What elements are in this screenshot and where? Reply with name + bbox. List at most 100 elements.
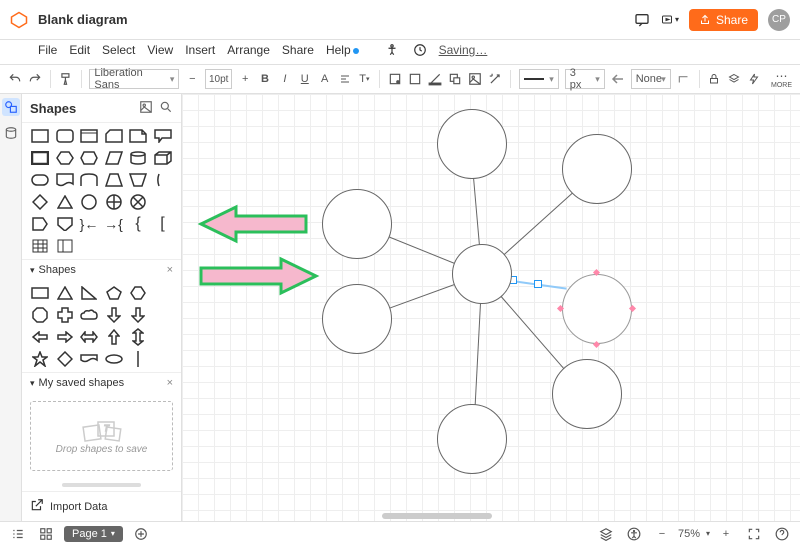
shape-note-icon[interactable]	[128, 127, 148, 145]
grid-view-icon[interactable]	[36, 524, 56, 544]
shape-brace-icon[interactable]: {	[128, 215, 148, 233]
shape-rect-icon[interactable]	[30, 127, 50, 145]
text-color-icon[interactable]: A	[318, 69, 332, 89]
sidebar-scrollbar[interactable]	[62, 483, 141, 487]
shape-blank2-icon[interactable]	[153, 284, 173, 302]
layers-panel-icon[interactable]	[596, 524, 616, 544]
shape-arrowlr-icon[interactable]	[79, 328, 99, 346]
shape-swimlane-icon[interactable]	[55, 237, 75, 255]
shape-hexagon2-icon[interactable]	[79, 149, 99, 167]
page-tab[interactable]: Page 1▾	[64, 526, 123, 542]
layers-icon[interactable]	[727, 69, 741, 89]
rail-shapes-icon[interactable]	[2, 98, 20, 116]
add-page-icon[interactable]	[131, 524, 151, 544]
font-size-increase-icon[interactable]: +	[238, 69, 252, 89]
shape-style-icon[interactable]	[448, 69, 462, 89]
shape-frame-icon[interactable]	[79, 127, 99, 145]
shape-arrowud-icon[interactable]	[128, 328, 148, 346]
text-tool-icon[interactable]: T▾	[357, 69, 371, 89]
shape-cube-icon[interactable]	[153, 149, 173, 167]
menu-file[interactable]: File	[38, 43, 57, 57]
present-icon[interactable]: ▾	[661, 11, 679, 29]
menu-select[interactable]: Select	[102, 43, 135, 57]
shape-circle-icon[interactable]	[79, 193, 99, 211]
shape-cylinder-icon[interactable]	[128, 149, 148, 167]
shape-oct-icon[interactable]	[30, 306, 50, 324]
shape-halfcircle-icon[interactable]	[153, 171, 173, 189]
fill-color-icon[interactable]	[388, 69, 402, 89]
shape-rect2-icon[interactable]	[30, 284, 50, 302]
shape-bracket-icon[interactable]: [	[153, 215, 173, 233]
rail-data-icon[interactable]	[2, 124, 20, 142]
italic-icon[interactable]: I	[278, 69, 292, 89]
shape-diamond2-icon[interactable]	[55, 350, 75, 368]
font-size-decrease-icon[interactable]: −	[185, 69, 199, 89]
shape-hexagon-icon[interactable]	[55, 149, 75, 167]
annotation-arrow-left[interactable]	[196, 204, 311, 244]
sidebar-search-icon[interactable]	[159, 100, 173, 117]
align-icon[interactable]	[338, 69, 352, 89]
history-icon[interactable]	[411, 41, 429, 59]
shape-arrowright-icon[interactable]	[55, 328, 75, 346]
shape-table-icon[interactable]	[30, 237, 50, 255]
menu-help[interactable]: Help	[326, 43, 359, 57]
user-avatar[interactable]: CP	[768, 9, 790, 31]
shape-pentagon3-icon[interactable]	[104, 284, 124, 302]
close-icon[interactable]: ×	[167, 377, 173, 389]
accessibility2-icon[interactable]	[624, 524, 644, 544]
accessibility-icon[interactable]	[383, 41, 401, 59]
shape-trapezoid-icon[interactable]	[104, 171, 124, 189]
menu-insert[interactable]: Insert	[185, 43, 215, 57]
line-style-select[interactable]	[519, 69, 559, 89]
shape-blank5-icon[interactable]	[153, 350, 173, 368]
shape-blank4-icon[interactable]	[153, 328, 173, 346]
shape-cornerrect-icon[interactable]	[104, 127, 124, 145]
shape-blank3-icon[interactable]	[153, 306, 173, 324]
shape-banner-icon[interactable]	[79, 350, 99, 368]
bold-icon[interactable]: B	[258, 69, 272, 89]
diagram-node[interactable]	[322, 189, 392, 259]
shape-arch-icon[interactable]	[79, 171, 99, 189]
diagram-node[interactable]	[552, 359, 622, 429]
arrow-end-select[interactable]: None	[631, 69, 671, 89]
diagram-node-selected[interactable]	[562, 274, 632, 344]
shape-parallelogram-icon[interactable]	[104, 149, 124, 167]
shape-pentagon2-icon[interactable]	[30, 215, 50, 233]
shape-star-icon[interactable]	[30, 350, 50, 368]
outline-view-icon[interactable]	[8, 524, 28, 544]
comments-icon[interactable]	[633, 11, 651, 29]
line-color-icon[interactable]	[428, 69, 442, 89]
shape-arrowleft-icon[interactable]	[30, 328, 50, 346]
shape-blackrect-icon[interactable]	[30, 149, 50, 167]
undo-icon[interactable]	[8, 69, 22, 89]
font-family-select[interactable]: Liberation Sans	[89, 69, 179, 89]
shape-cloud-icon[interactable]	[79, 306, 99, 324]
shape-blank-icon[interactable]	[153, 193, 173, 211]
document-title[interactable]: Blank diagram	[38, 12, 128, 27]
magic-wand-icon[interactable]	[488, 69, 502, 89]
shape-circle-x-icon[interactable]	[128, 193, 148, 211]
paint-format-icon[interactable]	[59, 69, 73, 89]
shape-brace-right-icon[interactable]: }←	[79, 215, 99, 233]
import-data-button[interactable]: Import Data	[22, 491, 181, 521]
diagram-node[interactable]	[562, 134, 632, 204]
underline-icon[interactable]: U	[298, 69, 312, 89]
saved-shapes-dropzone[interactable]: T Drop shapes to save	[30, 401, 173, 471]
more-button[interactable]: ⋯MORE	[771, 70, 792, 89]
shape-ellipse2-icon[interactable]	[104, 350, 124, 368]
menu-arrange[interactable]: Arrange	[227, 43, 270, 57]
section-shapes-header[interactable]: ▾ Shapes ×	[22, 259, 181, 280]
shape-roundrect-icon[interactable]	[55, 127, 75, 145]
canvas[interactable]	[182, 94, 800, 521]
sidebar-image-icon[interactable]	[139, 100, 153, 117]
shape-arrowup-icon[interactable]	[104, 328, 124, 346]
connector-style-icon[interactable]	[677, 69, 691, 89]
shape-triangle-icon[interactable]	[55, 193, 75, 211]
shape-trapezoid2-icon[interactable]	[128, 171, 148, 189]
lock-icon[interactable]	[707, 69, 721, 89]
canvas-horizontal-scrollbar[interactable]	[382, 513, 492, 519]
arrow-start-icon[interactable]	[611, 69, 625, 89]
zoom-out-icon[interactable]: −	[652, 524, 672, 544]
shape-pill-icon[interactable]	[30, 171, 50, 189]
border-color-icon[interactable]	[408, 69, 422, 89]
